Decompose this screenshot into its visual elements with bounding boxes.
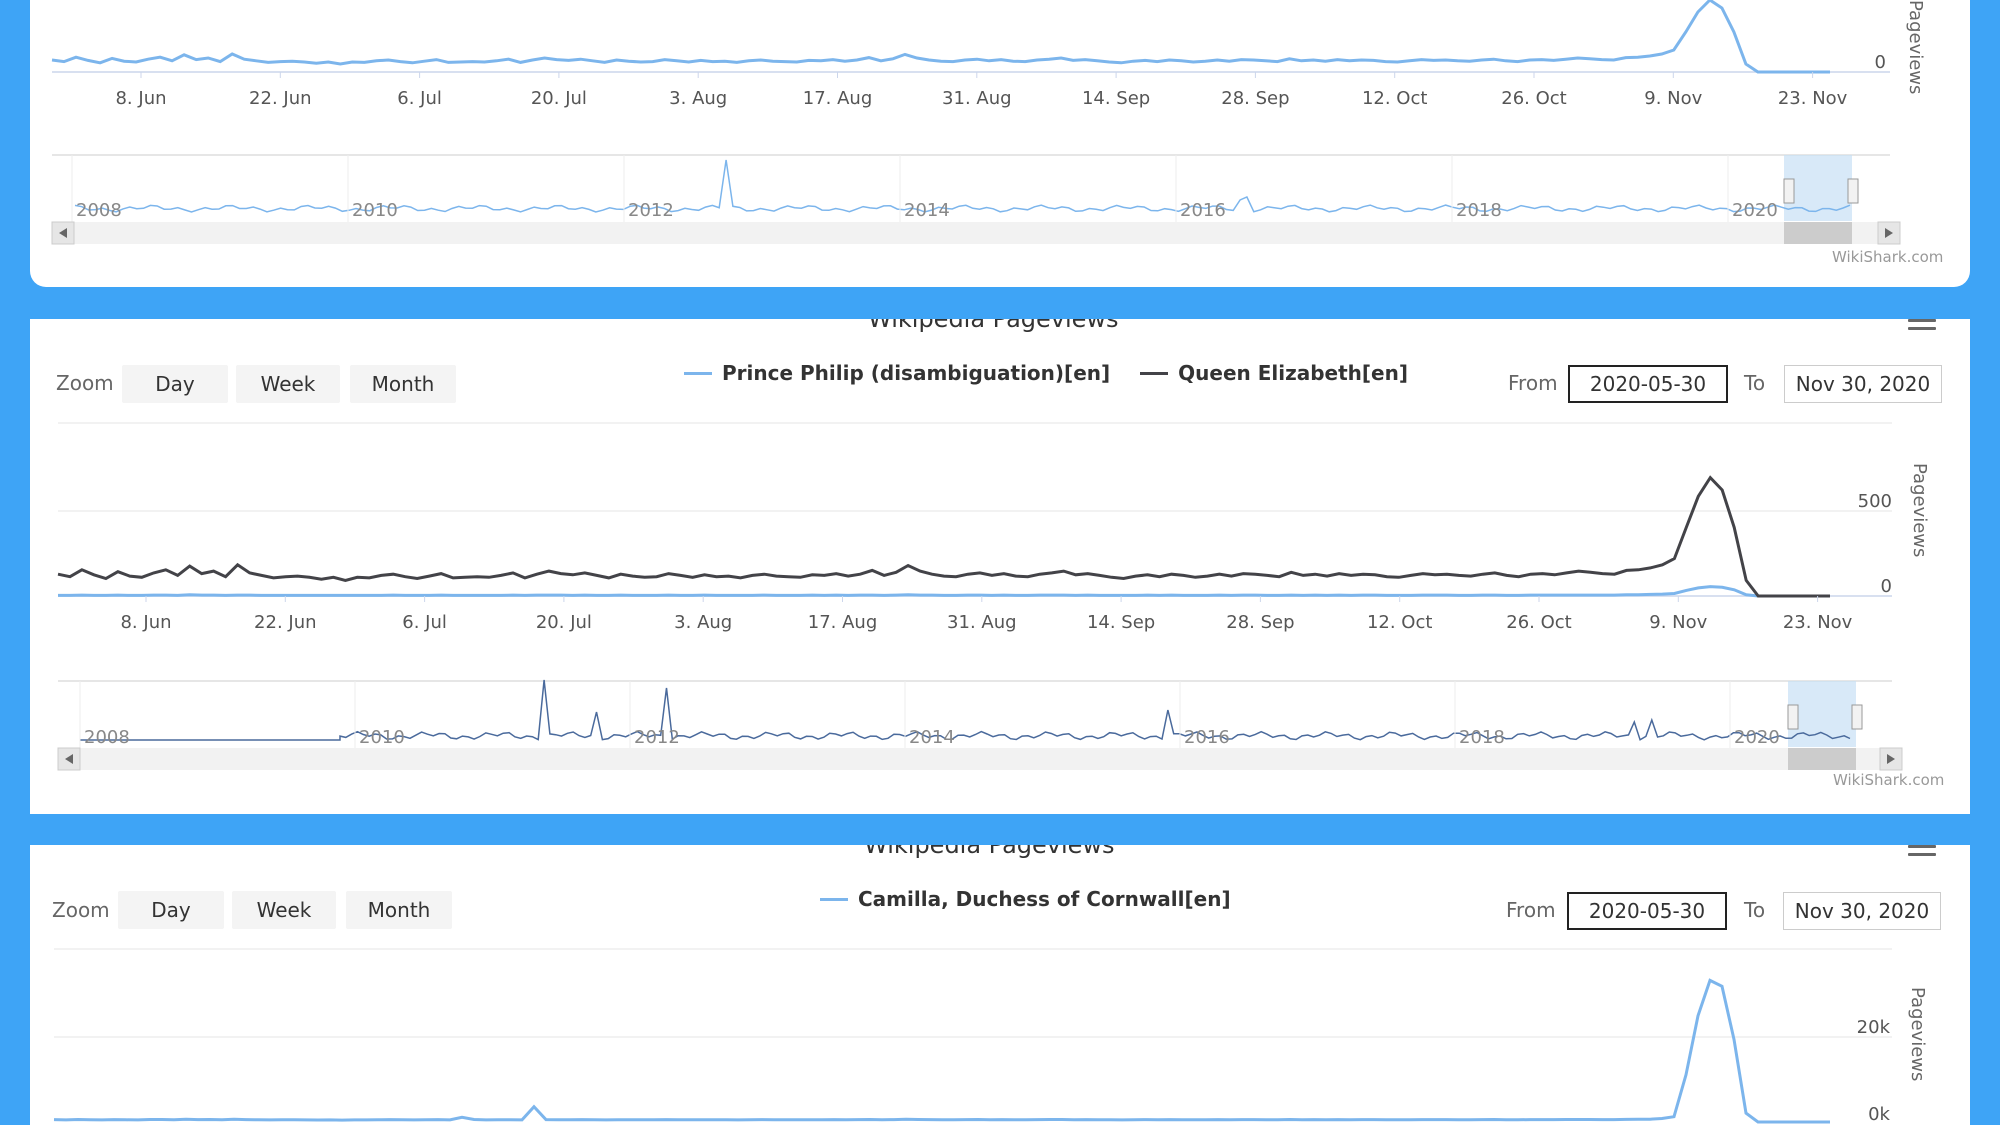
chart-panel-3: Wikipedia Pageviews Zoom Day Week Month … <box>30 845 1970 1125</box>
y-tick-label: 0k <box>1868 1104 1890 1125</box>
scrollbar-track[interactable] <box>52 222 1892 244</box>
x-tick-label: 3. Aug <box>674 612 732 633</box>
x-tick-label: 3. Aug <box>669 88 727 109</box>
series-line[interactable] <box>53 978 1830 1124</box>
x-tick-label: 26. Oct <box>1501 88 1566 109</box>
navigator-handle-right[interactable] <box>1847 178 1859 204</box>
navigator-year-label: 2020 <box>1732 200 1778 221</box>
y-axis-label: Pageviews <box>1907 987 1928 1081</box>
x-tick-label: 20. Jul <box>531 88 587 109</box>
chart-panel-1: Pageviews 8. Jun 22. Jun 6. Jul 20. Jul 3. A… <box>30 0 1970 287</box>
navigator-year-label: 2018 <box>1456 200 1502 221</box>
navigator-year-label: 2012 <box>628 200 674 221</box>
x-tick-label: 9. Nov <box>1644 88 1702 109</box>
navigator-year-label: 2008 <box>84 727 130 748</box>
scrollbar-thumb[interactable] <box>1784 222 1852 244</box>
x-tick-label: 8. Jun <box>115 88 166 109</box>
y-axis-label: Pageviews <box>1909 463 1930 557</box>
navigator-year-label: 2012 <box>634 727 680 748</box>
navigator-year-label: 2008 <box>76 200 122 221</box>
navigator-year-label: 2016 <box>1180 200 1226 221</box>
scrollbar-thumb[interactable] <box>1788 748 1856 770</box>
navigator-year-label: 2010 <box>359 727 405 748</box>
series-line[interactable] <box>57 475 1830 598</box>
x-tick-label: 23. Nov <box>1778 88 1848 109</box>
x-tick-label: 31. Aug <box>942 88 1012 109</box>
navigator-year-label: 2010 <box>352 200 398 221</box>
x-tick-label: 31. Aug <box>947 612 1017 633</box>
series-line[interactable] <box>58 585 1830 598</box>
x-tick-label: 22. Jun <box>249 88 311 109</box>
navigator-series-line <box>74 159 1851 213</box>
x-tick-label: 23. Nov <box>1783 612 1853 633</box>
pageviews-chart-3: Pageviews 0k 20k <box>53 948 1928 1125</box>
navigator-year-label: 2018 <box>1459 727 1505 748</box>
x-tick-label: 9. Nov <box>1649 612 1707 633</box>
navigator-series-line <box>80 679 1851 741</box>
navigator-year-label: 2014 <box>909 727 955 748</box>
pageviews-chart-1: Pageviews 8. Jun 22. Jun 6. Jul 20. Jul 3. A… <box>51 0 1926 245</box>
y-tick-label: 20k <box>1857 1017 1891 1038</box>
x-tick-label: 26. Oct <box>1506 612 1571 633</box>
y-tick-label: 0 <box>1881 576 1892 597</box>
chart-panel-2: Wikipedia Pageviews Zoom Day Week Month … <box>30 319 1970 814</box>
x-tick-label: 12. Oct <box>1362 88 1427 109</box>
navigator-handle-left[interactable] <box>1783 178 1795 204</box>
x-tick-label: 17. Aug <box>808 612 878 633</box>
x-tick-label: 12. Oct <box>1367 612 1432 633</box>
x-tick-label: 20. Jul <box>536 612 592 633</box>
x-tick-label: 6. Jul <box>397 88 442 109</box>
pageviews-chart-2: Pageviews 8. Jun 22. Jun 6. Jul 20. Jul 3. A… <box>57 422 1930 771</box>
wikishark-credit[interactable]: WikiShark.com <box>1832 248 1943 266</box>
navigator-year-label: 2020 <box>1734 727 1780 748</box>
navigator-handle-left[interactable] <box>1787 704 1799 730</box>
navigator-year-label: 2014 <box>904 200 950 221</box>
x-tick-label: 14. Sep <box>1087 612 1155 633</box>
y-tick-label: 500 <box>1858 491 1892 512</box>
wikishark-credit[interactable]: WikiShark.com <box>1833 771 1944 789</box>
x-tick-label: 28. Sep <box>1221 88 1289 109</box>
navigator-year-label: 2016 <box>1184 727 1230 748</box>
x-tick-label: 14. Sep <box>1082 88 1150 109</box>
x-tick-label: 17. Aug <box>803 88 873 109</box>
scrollbar-track[interactable] <box>58 748 1898 770</box>
x-tick-label: 28. Sep <box>1226 612 1294 633</box>
y-tick-label: 0 <box>1875 52 1886 73</box>
navigator-handle-right[interactable] <box>1851 704 1863 730</box>
x-tick-label: 8. Jun <box>120 612 171 633</box>
series-line[interactable] <box>51 0 1830 74</box>
x-tick-label: 22. Jun <box>254 612 316 633</box>
y-axis-label: Pageviews <box>1905 0 1926 94</box>
x-tick-label: 6. Jul <box>402 612 447 633</box>
